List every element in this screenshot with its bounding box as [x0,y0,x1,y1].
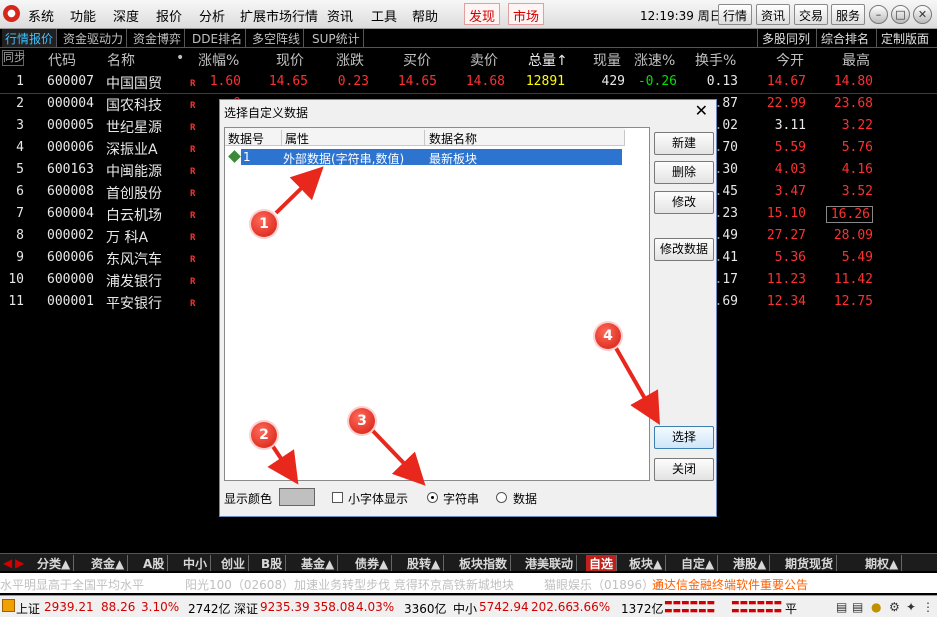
sector-tab[interactable]: 期权▲ [862,555,903,571]
sh-change: 88.26 [101,600,136,614]
sz-label: 深证 [234,602,259,616]
sh-label: 上证 [16,602,41,616]
index-status-bar: 上证 2939.21 88.26 3.10% 2742亿 深证 9235.39 … [0,595,937,617]
sector-tab[interactable]: 基金▲ [298,555,339,571]
annotation-badge: 3 [349,408,375,434]
sector-tab-bar: ◀ ▶ 分类▲ 资金▲ A股 中小 创业 B股 基金▲ 债券▲ 股转▲ 板块指数 港美联动 自选 板块▲… [0,553,937,571]
market-flat: 平 [785,602,798,616]
sector-tab[interactable]: 创业 [218,555,250,571]
sector-tab[interactable]: B股 [258,555,287,571]
annotation-badge: 1 [251,211,277,237]
sector-tab[interactable]: 板块指数 [456,555,512,571]
sh-change-pct: 3.10% [141,600,180,614]
market-breadth-bars: ▬▬▬▬▬▬ ▬▬▬▬▬▬ [664,598,716,616]
ticker-item[interactable]: 阳光100（02608）加速业务转型步伐 竞得环京高铁新城地块 [185,576,514,593]
arrow-3 [370,428,426,486]
sector-tab[interactable]: 板块▲ [626,555,667,571]
sz-amount: 3360亿 [404,602,447,616]
sh-index: 2939.21 [44,600,94,614]
scroll-left-icon[interactable]: ◀ [3,556,12,570]
zx-label: 中小 [453,602,478,616]
ticker-item[interactable]: 猫眼娱乐（01896）纟 [544,576,666,593]
sector-tab[interactable]: 中小 [180,555,212,571]
arrow-1 [274,166,324,215]
list-icon[interactable]: ▤ [852,600,863,614]
sh-amount: 2742亿 [188,602,231,616]
sector-tab[interactable]: 自定▲ [678,555,719,571]
pin-icon[interactable]: ✦ [906,600,916,614]
status-menu-icon[interactable] [2,599,15,612]
arrow-2 [267,443,299,485]
ticker-announcement[interactable]: 通达信金融终端软件重要公告 [652,576,808,593]
sector-tab[interactable]: 股转▲ [404,555,445,571]
window-icon[interactable]: ▤ [836,600,847,614]
scroll-right-icon[interactable]: ▶ [15,556,24,570]
sector-tab[interactable]: 期货现货 [782,555,838,571]
sector-tab[interactable]: 分类▲ [34,555,75,571]
zx-index: 5742.94 [479,600,529,614]
news-ticker[interactable]: 水平明显高于全国平均水平 阳光100（02608）加速业务转型步伐 竞得环京高铁… [0,573,937,593]
market-breadth-bars: ▬▬▬▬▬▬ ▬▬▬▬▬▬ [731,598,783,616]
sector-tab[interactable]: 港美联动 [522,555,578,571]
sector-tab[interactable]: 自选 [586,555,618,571]
sector-tab[interactable]: A股 [140,555,169,571]
zx-amount: 1372亿 [621,602,664,616]
sz-change: 358.08 [313,600,355,614]
coin-icon[interactable]: ● [871,600,881,614]
sector-tab[interactable]: 资金▲ [88,555,129,571]
annotation-badge: 2 [251,422,277,448]
sector-tab[interactable]: 港股▲ [730,555,771,571]
arrow-4 [614,347,660,425]
more-icon[interactable]: ⋮ [922,600,934,614]
sector-tab[interactable]: 债券▲ [352,555,393,571]
sz-index: 9235.39 [260,600,310,614]
annotation-arrows [267,166,660,486]
zx-change: 202.66 [531,600,573,614]
settings-icon[interactable]: ⚙ [889,600,900,614]
annotation-badge: 4 [595,323,621,349]
sz-change-pct: 4.03% [356,600,395,614]
zx-change-pct: 3.66% [572,600,611,614]
ticker-item[interactable]: 水平明显高于全国平均水平 [0,576,144,593]
